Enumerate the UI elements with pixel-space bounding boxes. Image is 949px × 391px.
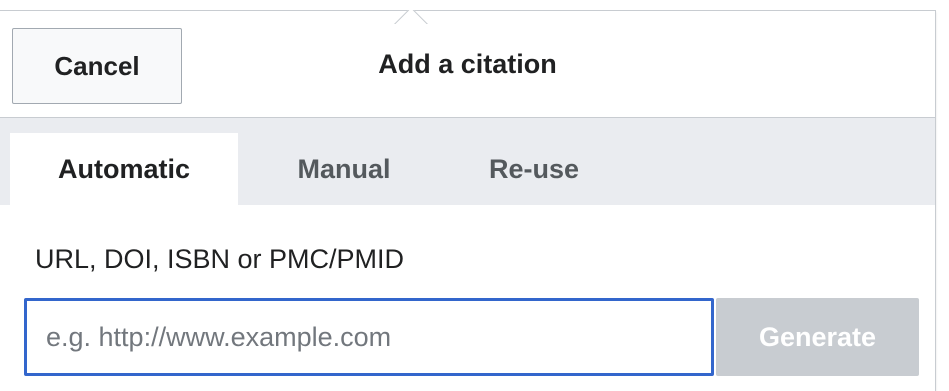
- tab-reuse[interactable]: Re-use: [450, 133, 618, 206]
- url-input[interactable]: [24, 298, 714, 376]
- generate-button[interactable]: Generate: [716, 298, 919, 376]
- popup-caret: [392, 10, 432, 24]
- dialog-title: Add a citation: [378, 49, 557, 79]
- dialog-header: Cancel Add a citation: [0, 11, 935, 117]
- lookup-field-label: URL, DOI, ISBN or PMC/PMID: [35, 244, 405, 274]
- tab-automatic[interactable]: Automatic: [10, 133, 238, 206]
- citation-dialog: Cancel Add a citation Automatic Manual R…: [0, 10, 936, 391]
- tab-bar: Automatic Manual Re-use: [0, 117, 935, 206]
- tab-manual[interactable]: Manual: [260, 133, 428, 206]
- background-page-edge: [936, 0, 949, 391]
